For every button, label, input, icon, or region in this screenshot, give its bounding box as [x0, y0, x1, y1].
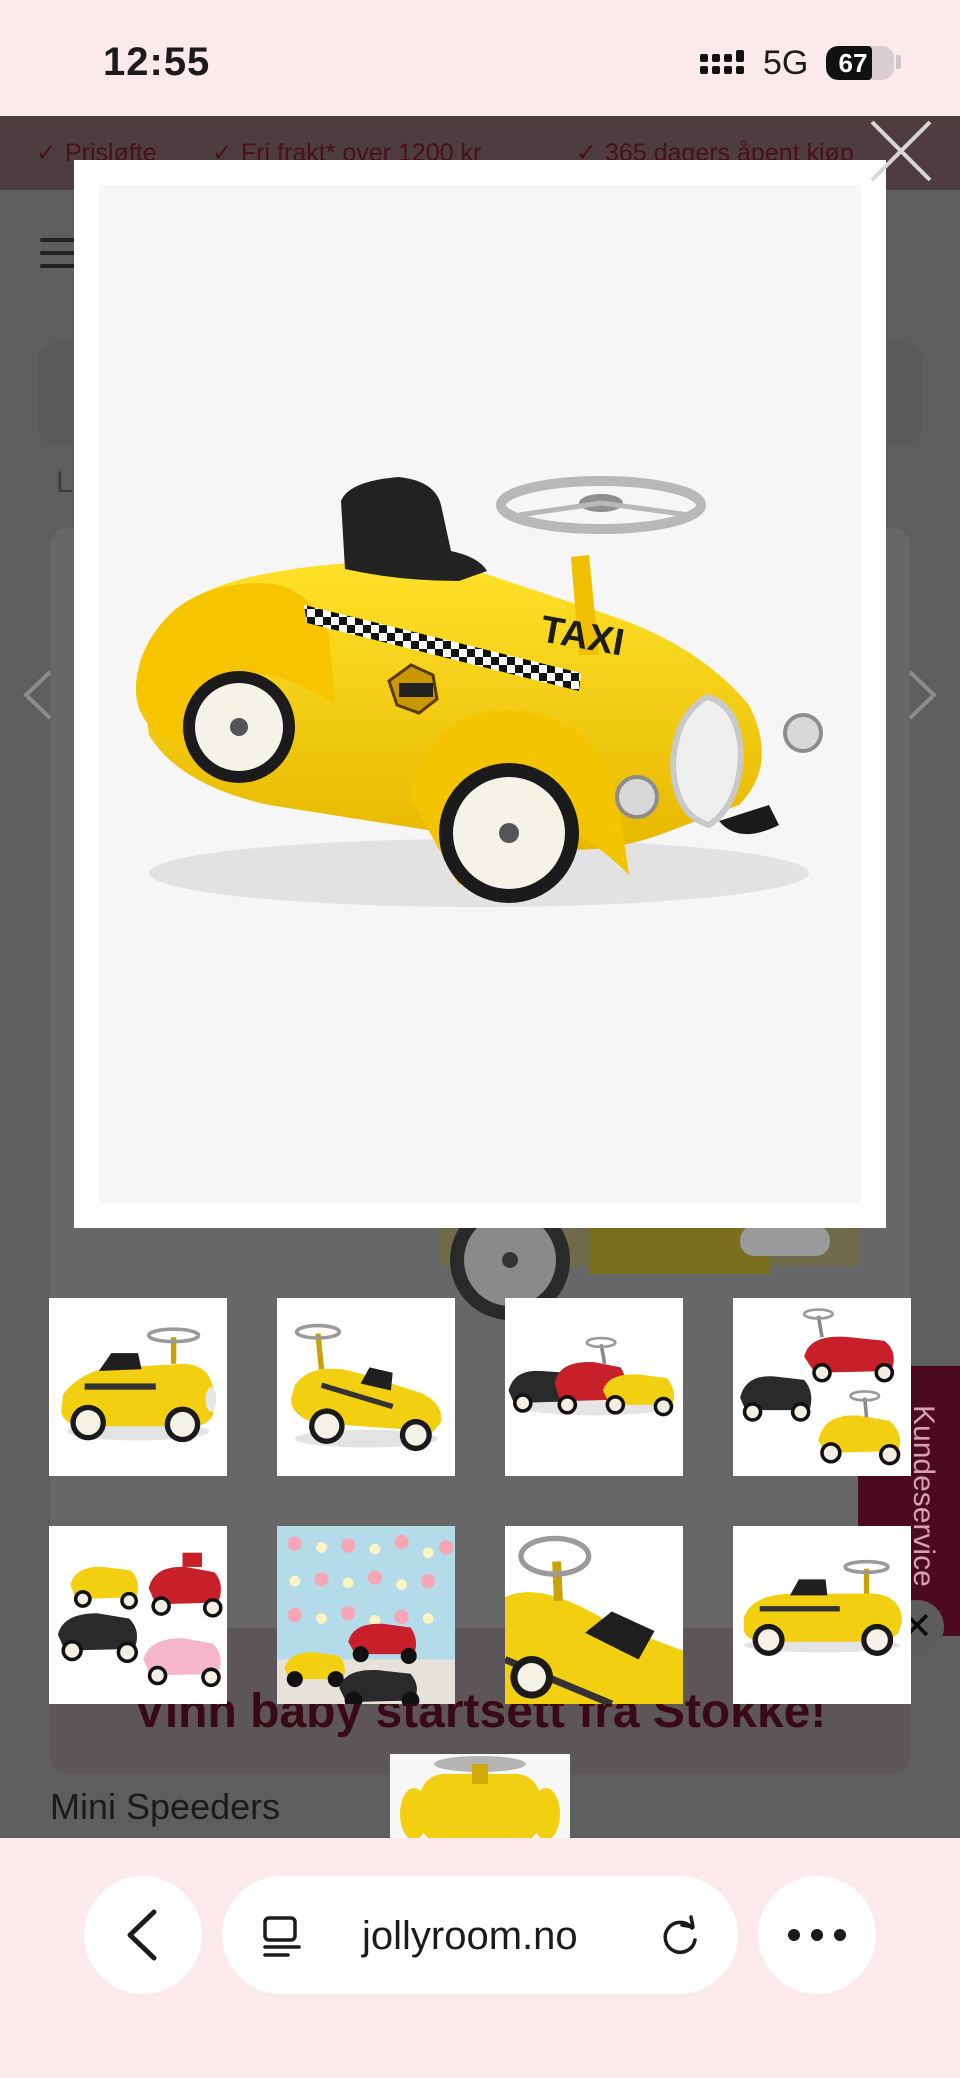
product-brand[interactable]: Mini Speeders — [50, 1786, 280, 1828]
back-button[interactable] — [84, 1876, 202, 1994]
thumbnail-2[interactable] — [277, 1298, 455, 1476]
menu-icon[interactable] — [40, 238, 76, 268]
battery-level: 67 — [838, 48, 868, 78]
image-lightbox: TAXI — [74, 160, 886, 1228]
chevron-right-icon[interactable] — [904, 668, 940, 722]
thumbnail-4[interactable] — [733, 1298, 911, 1476]
thumbnail-6[interactable] — [277, 1526, 455, 1704]
thumbnail-1[interactable] — [49, 1298, 227, 1476]
battery-cap — [896, 55, 901, 69]
tab-view-icon[interactable] — [260, 1914, 304, 1958]
chevron-left-icon[interactable] — [20, 668, 56, 722]
checkmark-icon: ✓ — [36, 139, 57, 167]
reload-icon[interactable] — [658, 1914, 702, 1958]
thumbnail-5[interactable] — [49, 1526, 227, 1704]
status-bar: 12:55 5G 67 — [0, 0, 960, 116]
network-type: 5G — [763, 44, 809, 82]
product-image-small — [390, 1754, 570, 1838]
url-text[interactable]: jollyroom.no — [362, 1914, 578, 1959]
chevron-left-icon — [127, 1909, 157, 1961]
ellipsis-icon — [788, 1929, 846, 1941]
close-icon[interactable] — [866, 116, 936, 186]
more-options-button[interactable] — [758, 1876, 876, 1994]
battery-icon: 67 — [826, 46, 894, 80]
signal-icon — [700, 50, 744, 74]
breadcrumb[interactable]: L — [56, 466, 73, 500]
thumbnail-8[interactable] — [733, 1526, 911, 1704]
product-image-main: TAXI — [99, 185, 861, 1203]
thumbnail-3[interactable] — [505, 1298, 683, 1476]
address-bar[interactable]: jollyroom.no — [222, 1876, 738, 1994]
status-time: 12:55 — [103, 40, 211, 84]
thumbnail-7[interactable] — [505, 1526, 683, 1704]
